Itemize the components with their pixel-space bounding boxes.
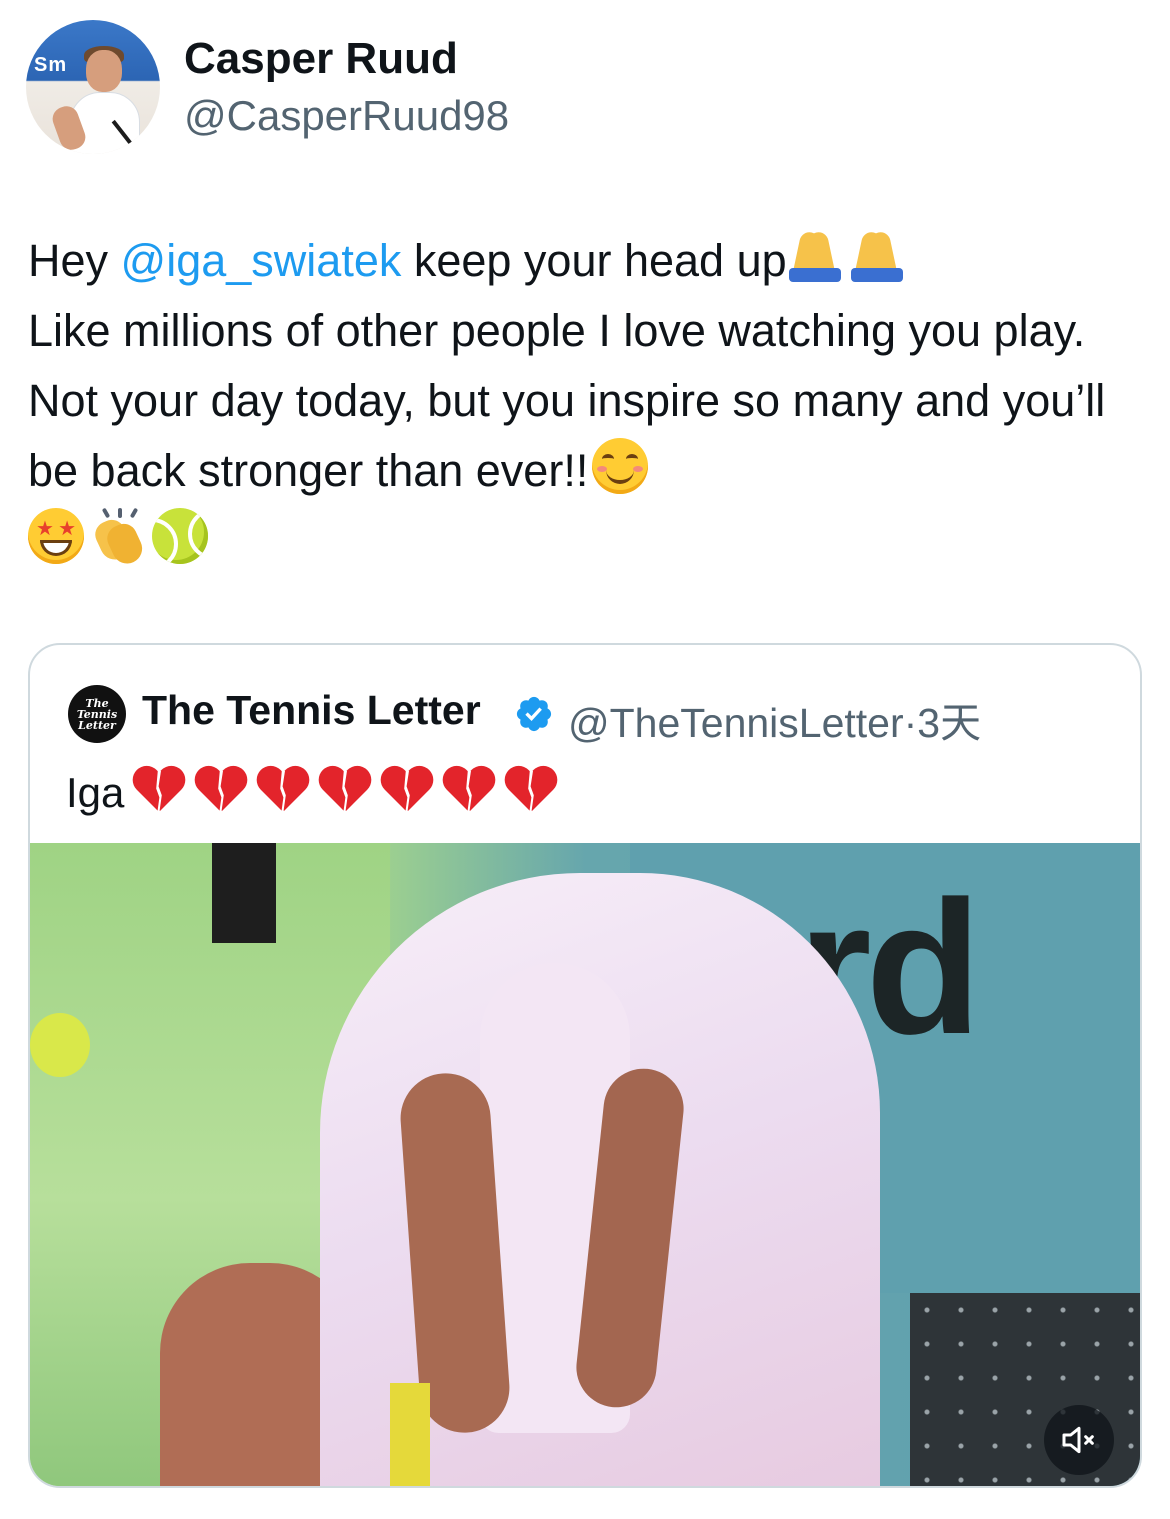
speaker-muted-icon: [1062, 1426, 1094, 1454]
quoted-author-avatar[interactable]: The Tennis Letter: [68, 685, 126, 743]
broken-heart-icon: [318, 767, 372, 817]
quoted-timestamp[interactable]: 3天: [917, 700, 981, 746]
tweet-text-suffix: keep your head up: [401, 235, 787, 286]
author-avatar[interactable]: Sm: [26, 20, 160, 154]
quoted-tweet-video[interactable]: erd: [30, 843, 1140, 1486]
broken-heart-icon: [132, 767, 186, 817]
video-bg-stand: [212, 843, 276, 943]
quoted-author-handle[interactable]: @TheTennisLetter·3天: [568, 689, 981, 749]
folded-hands-icon: [849, 228, 905, 284]
folded-hands-icon: [787, 228, 843, 284]
clapping-hands-icon: [90, 507, 146, 564]
author-handle[interactable]: @CasperRuud98: [184, 92, 509, 140]
quoted-author-name[interactable]: The Tennis Letter: [142, 687, 481, 734]
broken-heart-icon: [194, 767, 248, 817]
tweet-text-prefix: Hey: [28, 235, 121, 286]
verified-badge-icon: [516, 696, 552, 732]
quoted-text-word: Iga: [66, 769, 125, 816]
mute-toggle-button[interactable]: [1044, 1405, 1114, 1475]
tweet-body: Like millions of other people I love wat…: [28, 305, 1106, 496]
video-tennis-balls: [30, 1013, 90, 1077]
smiling-face-icon: [592, 438, 649, 494]
tweet-text: Hey @iga_swiatek keep your head up Like …: [28, 226, 1138, 576]
video-wristband: [390, 1383, 430, 1486]
author-name[interactable]: Casper Ruud: [184, 34, 458, 84]
broken-heart-icon: [380, 767, 434, 817]
quoted-tweet-text: Iga: [66, 765, 558, 821]
avatar-head: [86, 50, 122, 92]
broken-heart-icon: [256, 767, 310, 817]
quoted-handle-text: @TheTennisLetter: [568, 700, 904, 746]
quoted-tweet-card[interactable]: The Tennis Letter The Tennis Letter @The…: [28, 643, 1142, 1488]
broken-heart-icon: [442, 767, 496, 817]
separator-dot: ·: [903, 700, 918, 746]
star-struck-icon: ★ ★: [28, 508, 84, 564]
tennis-ball-icon: [152, 508, 208, 564]
avatar-background-sign: Sm: [34, 54, 68, 76]
mention-link[interactable]: @iga_swiatek: [121, 235, 402, 286]
broken-heart-icon: [504, 767, 558, 817]
